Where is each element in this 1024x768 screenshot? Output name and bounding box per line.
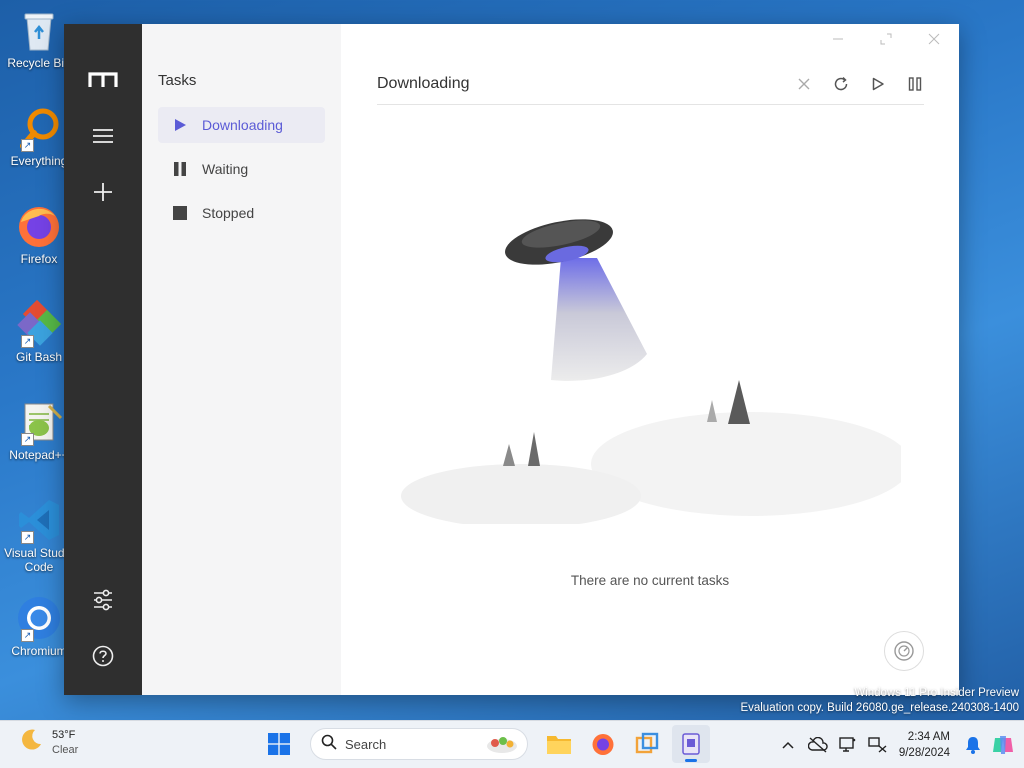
sandbox-icon[interactable] xyxy=(628,725,666,763)
firefox-icon xyxy=(15,202,63,250)
network-icon[interactable] xyxy=(863,730,893,760)
shortcut-arrow-icon: ↗ xyxy=(21,139,34,152)
firefox-icon[interactable] xyxy=(584,725,622,763)
maximize-icon[interactable] xyxy=(875,28,897,50)
app-sidebar xyxy=(64,24,142,695)
page-title: Downloading xyxy=(377,75,470,92)
shortcut-arrow-icon: ↗ xyxy=(21,433,34,446)
search-placeholder: Search xyxy=(345,736,387,752)
clock-date: 9/28/2024 xyxy=(898,747,950,759)
task-item-downloading[interactable]: Downloading xyxy=(158,107,325,143)
stop-icon xyxy=(172,205,188,221)
system-tray: 2:34 AM 9/28/2024 xyxy=(773,721,1024,768)
git-bash-icon: ↗ xyxy=(15,299,63,348)
play-icon xyxy=(172,117,188,133)
chromium-icon: ↗ xyxy=(15,594,63,642)
shortcut-arrow-icon: ↗ xyxy=(21,531,34,544)
pause-icon[interactable] xyxy=(905,75,924,94)
empty-state-message: There are no current tasks xyxy=(570,573,730,588)
vscode-icon: ↗ xyxy=(15,496,63,544)
task-item-stopped[interactable]: Stopped xyxy=(158,195,325,231)
close-icon[interactable] xyxy=(923,28,945,50)
search-highlight-icon xyxy=(485,732,519,761)
notepad-plus-plus-icon: ↗ xyxy=(15,398,63,446)
task-item-waiting[interactable]: Waiting xyxy=(158,151,325,187)
start-icon[interactable] xyxy=(260,725,298,763)
recycle-bin-icon xyxy=(15,6,63,54)
moon-icon xyxy=(18,727,44,758)
weather-temp: 53°F xyxy=(52,728,76,741)
window-controls xyxy=(827,28,945,50)
shortcut-arrow-icon: ↗ xyxy=(21,629,34,642)
empty-state-illustration xyxy=(401,204,911,529)
task-panel: Tasks Downloading Waiting Stopped xyxy=(142,24,341,695)
taskbar-clock[interactable]: 2:34 AM 9/28/2024 xyxy=(899,729,950,761)
display-icon[interactable] xyxy=(833,730,863,760)
speedometer-icon[interactable] xyxy=(884,631,924,671)
weather-condition: Clear xyxy=(52,743,79,756)
weather-widget[interactable]: 53°F Clear xyxy=(18,727,78,758)
task-item-label: Waiting xyxy=(202,161,249,177)
main-content: Downloading There are no current tasks xyxy=(341,24,959,695)
evaluation-watermark: Windows 11 Pro Insider Preview Evaluatio… xyxy=(740,687,1019,714)
copilot-icon[interactable] xyxy=(988,730,1018,760)
motrix-logo-icon[interactable] xyxy=(83,60,123,100)
notification-bell-icon[interactable] xyxy=(958,730,988,760)
motrix-taskbar-icon[interactable] xyxy=(672,725,710,763)
main-header: Downloading xyxy=(377,64,924,105)
file-explorer-icon[interactable] xyxy=(540,725,578,763)
chevron-up-icon[interactable] xyxy=(773,730,803,760)
help-icon[interactable] xyxy=(83,636,123,676)
close-icon[interactable] xyxy=(794,75,813,94)
taskbar-center: Search xyxy=(260,725,710,763)
task-item-label: Downloading xyxy=(202,117,283,133)
pause-icon xyxy=(172,161,188,177)
minimize-icon[interactable] xyxy=(827,28,849,50)
refresh-icon[interactable] xyxy=(831,75,850,94)
onedrive-offline-icon[interactable] xyxy=(803,730,833,760)
shortcut-arrow-icon: ↗ xyxy=(21,335,34,348)
task-panel-title: Tasks xyxy=(158,72,197,89)
clock-time: 2:34 AM xyxy=(907,731,950,743)
search-icon xyxy=(321,734,337,755)
play-icon[interactable] xyxy=(868,75,887,94)
taskbar: 53°F Clear Search 2:34 AM 9/28/2024 xyxy=(0,720,1024,768)
taskbar-search[interactable]: Search xyxy=(310,728,528,760)
plus-icon[interactable] xyxy=(83,172,123,212)
menu-icon[interactable] xyxy=(83,116,123,156)
task-actions xyxy=(794,75,924,94)
everything-icon: ↗ xyxy=(15,104,63,152)
sliders-icon[interactable] xyxy=(83,580,123,620)
task-item-label: Stopped xyxy=(202,205,255,221)
motrix-window: Tasks Downloading Waiting Stopped Downlo… xyxy=(64,24,959,695)
